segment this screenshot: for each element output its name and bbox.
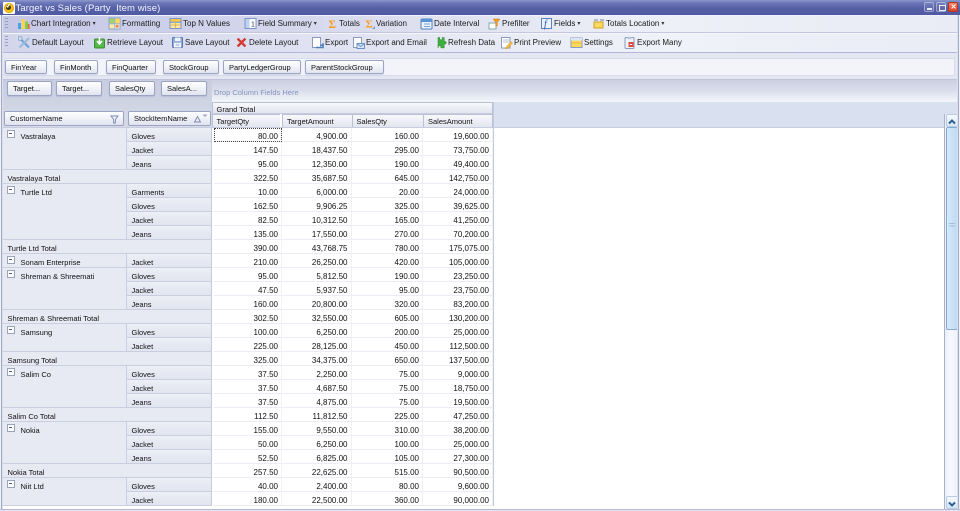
svg-text:Σ: Σ xyxy=(329,19,337,30)
svg-text:1: 1 xyxy=(251,21,255,28)
svg-text:Σ: Σ xyxy=(366,18,373,30)
